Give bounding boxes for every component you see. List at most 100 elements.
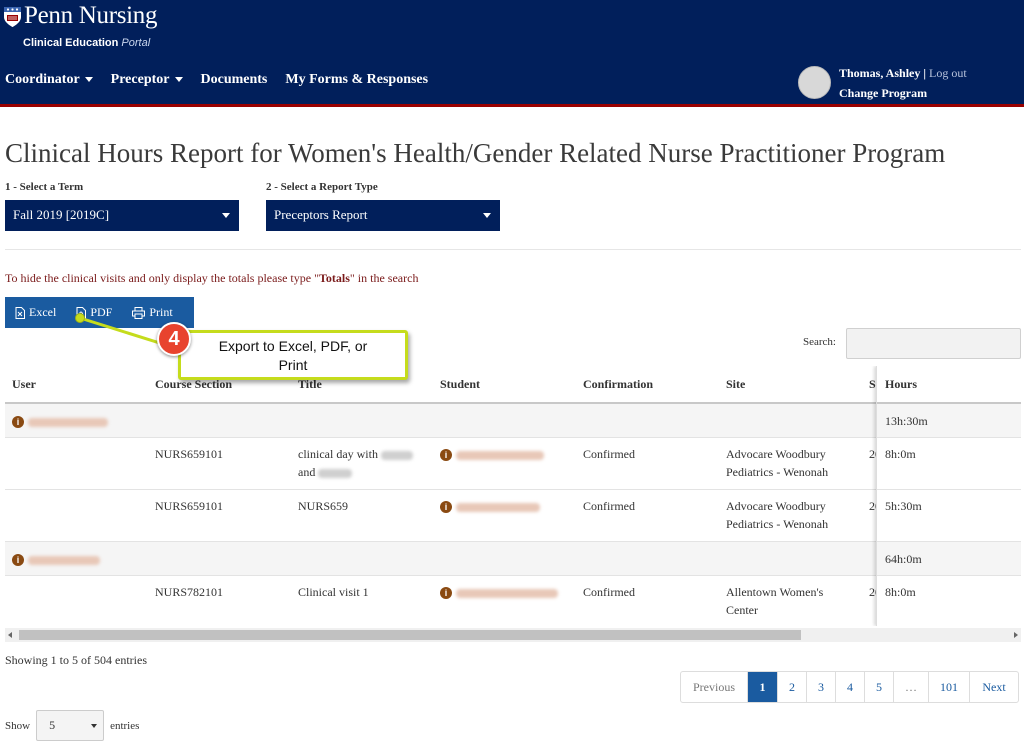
search-label: Search: [803, 336, 836, 348]
site-cell: Advocare Woodbury Pediatrics - Wenonah [726, 445, 828, 481]
scroll-left-icon[interactable] [8, 632, 12, 638]
column-header-site[interactable]: Site [726, 377, 745, 392]
info-icon[interactable]: i [440, 449, 452, 462]
pagination-page-3[interactable]: 3 [807, 672, 836, 702]
chevron-down-icon [84, 77, 93, 83]
clinical-hours-table: User Course Section Title Student Confir… [5, 366, 1021, 626]
pdf-label: PDF [90, 305, 113, 319]
site-line-1: Advocare Woodbury [726, 447, 826, 461]
term-select[interactable]: Fall 2019 [2019C] [5, 200, 239, 231]
redacted-text [318, 468, 353, 478]
confirmation-cell: Confirmed [583, 499, 635, 513]
pagination-page-1[interactable]: 1 [748, 672, 778, 702]
chevron-down-icon [222, 213, 230, 218]
excel-label: Excel [29, 305, 57, 319]
change-program-link[interactable]: Change Program [839, 86, 927, 101]
column-header-confirmation[interactable]: Confirmation [583, 377, 653, 392]
redacted-student-name [456, 588, 558, 598]
pagination-page-2[interactable]: 2 [778, 672, 807, 702]
title-cell: clinical day with and [298, 445, 438, 481]
brand-subtitle-portal: Portal [121, 37, 151, 49]
hint-prefix: To hide the clinical visits and only dis… [5, 271, 319, 285]
site-line-1: Allentown Women's [726, 585, 824, 599]
user-cell: i [12, 412, 108, 430]
table-row[interactable]: NURS782101 Clinical visit 1 i Confirmed … [5, 576, 1021, 626]
user-name-line: Thomas, Ashley | Log out [839, 66, 967, 81]
course-section-cell: NURS782101 [155, 585, 224, 599]
hours-row: 8h:0m [877, 576, 1021, 626]
site-cell: Allentown Women's Center [726, 583, 823, 619]
redacted-text [380, 450, 413, 460]
scroll-right-icon[interactable] [1014, 632, 1018, 638]
page-length-control: Show 5 entries [5, 710, 139, 741]
report-type-label: 2 - Select a Report Type [266, 181, 378, 193]
hours-cell: 8h:0m [885, 447, 916, 461]
hours-cell: 64h:0m [885, 552, 922, 566]
report-type-value: Preceptors Report [274, 207, 368, 222]
step-number-badge: 4 [157, 322, 191, 356]
excel-export-button[interactable]: Excel [5, 297, 66, 328]
pagination-page-101[interactable]: 101 [929, 672, 970, 702]
student-cell: i [440, 583, 558, 601]
title-line-1: clinical day with [298, 447, 378, 461]
site-line-2: Pediatrics - Wenonah [726, 465, 829, 479]
column-header-user[interactable]: User [12, 377, 36, 392]
divider [5, 249, 1021, 250]
nav-coordinator[interactable]: Coordinator [5, 72, 93, 88]
info-icon[interactable]: i [12, 416, 24, 429]
totals-hint: To hide the clinical visits and only dis… [5, 271, 418, 286]
logout-link[interactable]: Log out [929, 66, 967, 80]
pagination-ellipsis: … [894, 672, 929, 702]
redacted-user-name [28, 417, 108, 427]
table-row[interactable]: NURS659101 clinical day with and i Confi… [5, 438, 1021, 490]
student-cell: i [440, 497, 540, 515]
horizontal-scrollbar[interactable] [5, 628, 1021, 642]
annotation-text-line-1: Export to Excel, PDF, or [218, 338, 368, 354]
table-row-group[interactable]: i [5, 404, 1021, 438]
confirmation-cell: Confirmed [583, 585, 635, 599]
nav-my-forms[interactable]: My Forms & Responses [285, 72, 428, 88]
nav-documents[interactable]: Documents [201, 72, 268, 88]
avatar[interactable] [798, 66, 831, 99]
print-label: Print [149, 305, 173, 319]
pagination-previous[interactable]: Previous [681, 672, 748, 702]
pdf-export-button[interactable]: PDF [66, 297, 122, 328]
table-row-group[interactable]: i [5, 542, 1021, 576]
redacted-student-name [456, 450, 544, 460]
title-line-2: and [298, 465, 316, 479]
search-input[interactable] [846, 328, 1021, 359]
confirmation-cell: Confirmed [583, 447, 635, 461]
info-icon[interactable]: i [440, 587, 452, 600]
excel-file-icon [15, 306, 25, 319]
main-nav: Coordinator Preceptor Documents My Forms… [5, 72, 446, 88]
pagination: Previous 1 2 3 4 5 … 101 Next [680, 671, 1019, 703]
info-icon[interactable]: i [12, 554, 24, 567]
page-title: Clinical Hours Report for Women's Health… [5, 138, 946, 168]
info-icon[interactable]: i [440, 501, 452, 514]
annotation-callout: Export to Excel, PDF, or Print [178, 330, 408, 380]
entries-per-page-select[interactable]: 5 [36, 710, 105, 741]
report-type-select[interactable]: Preceptors Report [266, 200, 500, 231]
brand-logo-text[interactable]: Penn Nursing [24, 2, 158, 30]
site-line-1: Advocare Woodbury [726, 499, 826, 513]
column-header-student[interactable]: Student [440, 377, 480, 392]
pagination-next[interactable]: Next [970, 672, 1018, 702]
table-row[interactable]: NURS659101 NURS659 i Confirmed Advocare … [5, 490, 1021, 542]
nav-preceptor[interactable]: Preceptor [111, 72, 183, 88]
hours-cell: 13h:30m [885, 414, 928, 428]
chevron-down-icon [174, 77, 183, 83]
title-cell: Clinical visit 1 [298, 585, 369, 599]
pagination-page-5[interactable]: 5 [865, 672, 894, 702]
pagination-page-4[interactable]: 4 [836, 672, 865, 702]
header-accent-bar [0, 104, 1024, 107]
site-line-2: Center [726, 603, 758, 617]
hours-cell: 8h:0m [885, 585, 916, 599]
user-cell: i [12, 550, 100, 568]
entries-label: entries [110, 719, 140, 732]
column-header-hours[interactable]: Hours [885, 377, 917, 392]
course-section-cell: NURS659101 [155, 447, 224, 461]
hint-suffix: " in the search [349, 271, 419, 285]
scrollbar-thumb[interactable] [19, 630, 801, 640]
entries-per-page-value: 5 [49, 718, 56, 732]
site-line-2: Pediatrics - Wenonah [726, 517, 829, 531]
